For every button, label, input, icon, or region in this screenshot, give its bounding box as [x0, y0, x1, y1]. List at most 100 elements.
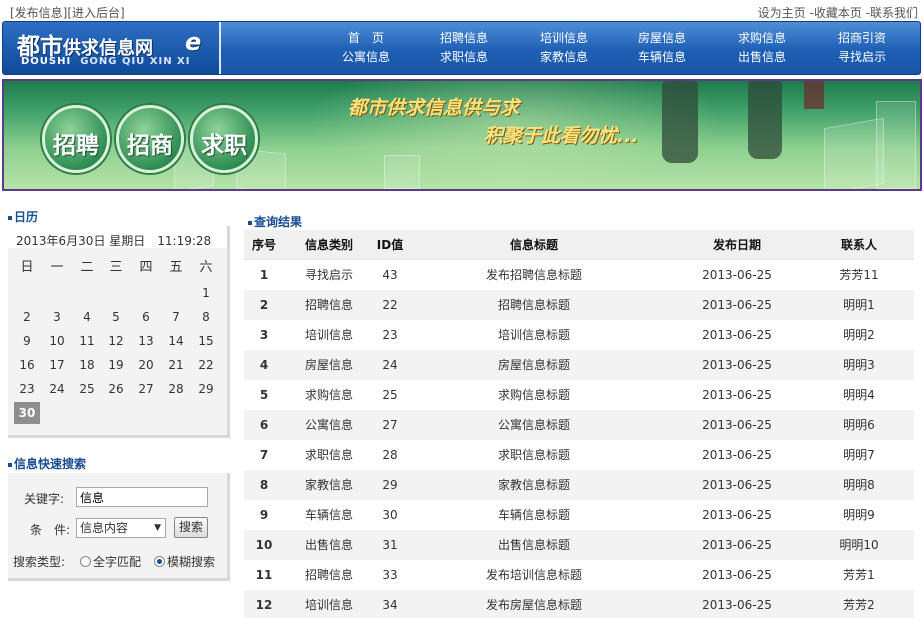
top-bar: [发布信息][进入后台] 设为主页 -收藏本页 -联系我们: [0, 0, 924, 20]
nav-item-recruit[interactable]: 招聘信息: [419, 29, 509, 48]
banner-job-seek-button[interactable]: 求职: [190, 105, 258, 173]
banner-recruit-button[interactable]: 招聘: [42, 105, 110, 173]
cell-contact[interactable]: 明明8: [804, 470, 914, 500]
calendar-day[interactable]: 6: [131, 310, 161, 324]
calendar-day[interactable]: 27: [131, 382, 161, 396]
cell-title[interactable]: 公寓信息标题: [434, 410, 634, 440]
table-row[interactable]: 6 公寓信息 27 公寓信息标题 2013-06-25 明明6: [244, 410, 914, 440]
set-homepage-link[interactable]: 设为主页: [758, 6, 806, 20]
banner-slogan-2: 积聚于此看勿忧...: [484, 125, 639, 147]
calendar-day[interactable]: 12: [101, 334, 131, 348]
cell-title[interactable]: 发布招聘信息标题: [434, 260, 634, 290]
calendar-day[interactable]: 23: [12, 382, 42, 396]
cell-contact[interactable]: 明明7: [804, 440, 914, 470]
calendar-day[interactable]: 29: [191, 382, 221, 396]
admin-link[interactable]: [进入后台]: [67, 6, 124, 20]
search-button[interactable]: 搜索: [174, 517, 208, 538]
cell-contact[interactable]: 明明9: [804, 500, 914, 530]
banner-investment-button[interactable]: 招商: [116, 105, 184, 173]
calendar-day[interactable]: 17: [42, 358, 72, 372]
calendar-day[interactable]: 25: [72, 382, 102, 396]
table-row[interactable]: 10 出售信息 31 出售信息标题 2013-06-25 明明10: [244, 530, 914, 560]
table-row[interactable]: 9 车辆信息 30 车辆信息标题 2013-06-25 明明9: [244, 500, 914, 530]
calendar-day[interactable]: 21: [161, 358, 191, 372]
calendar-day[interactable]: 4: [72, 310, 102, 324]
radio-fuzzy-search[interactable]: 模糊搜索: [154, 553, 215, 570]
cell-title[interactable]: 家教信息标题: [434, 470, 634, 500]
calendar-day[interactable]: 15: [191, 334, 221, 348]
cell-contact[interactable]: 芳芳1: [804, 560, 914, 590]
calendar-day[interactable]: 11: [72, 334, 102, 348]
cell-contact[interactable]: 明明4: [804, 380, 914, 410]
condition-select[interactable]: 信息内容 ▼: [76, 518, 166, 538]
calendar-day[interactable]: 1: [191, 286, 221, 300]
cell-contact[interactable]: 明明10: [804, 530, 914, 560]
calendar-day[interactable]: 2: [12, 310, 42, 324]
table-row[interactable]: 4 房屋信息 24 房屋信息标题 2013-06-25 明明3: [244, 350, 914, 380]
nav-item-purchase[interactable]: 求购信息: [717, 29, 807, 48]
cell-contact[interactable]: 明明3: [804, 350, 914, 380]
bookmark-link[interactable]: 收藏本页: [814, 6, 862, 20]
cell-contact[interactable]: 明明6: [804, 410, 914, 440]
table-row[interactable]: 8 家教信息 29 家教信息标题 2013-06-25 明明8: [244, 470, 914, 500]
quick-search-title: 信息快速搜索: [8, 455, 86, 472]
cell-title[interactable]: 发布房屋信息标题: [434, 590, 634, 618]
table-row[interactable]: 5 求购信息 25 求购信息标题 2013-06-25 明明4: [244, 380, 914, 410]
calendar-day[interactable]: 19: [101, 358, 131, 372]
cell-contact[interactable]: 芳芳11: [804, 260, 914, 290]
nav-item-house[interactable]: 房屋信息: [617, 29, 707, 48]
calendar-day[interactable]: 8: [191, 310, 221, 324]
keyword-input[interactable]: [76, 487, 208, 507]
calendar-day[interactable]: 26: [101, 382, 131, 396]
calendar-day[interactable]: 7: [161, 310, 191, 324]
contact-link[interactable]: 联系我们: [870, 6, 918, 20]
site-logo[interactable]: 都市供求信息网 e DOUSHI GONG QIU XIN XI: [3, 22, 221, 74]
top-right-links: 设为主页 -收藏本页 -联系我们: [758, 4, 918, 21]
calendar-today[interactable]: 30: [14, 402, 40, 424]
calendar-day[interactable]: 3: [42, 310, 72, 324]
cell-title[interactable]: 发布培训信息标题: [434, 560, 634, 590]
cell-title[interactable]: 培训信息标题: [434, 320, 634, 350]
nav-item-notice[interactable]: 寻找启示: [817, 48, 907, 67]
table-row[interactable]: 12 培训信息 34 发布房屋信息标题 2013-06-25 芳芳2: [244, 590, 914, 618]
cell-title[interactable]: 求职信息标题: [434, 440, 634, 470]
nav-item-tutor[interactable]: 家教信息: [519, 48, 609, 67]
post-info-link[interactable]: [发布信息]: [10, 6, 67, 20]
nav-item-apartment[interactable]: 公寓信息: [321, 48, 411, 67]
table-row[interactable]: 11 招聘信息 33 发布培训信息标题 2013-06-25 芳芳1: [244, 560, 914, 590]
calendar-day[interactable]: 28: [161, 382, 191, 396]
table-row[interactable]: 7 求职信息 28 求职信息标题 2013-06-25 明明7: [244, 440, 914, 470]
radio-unchecked-icon[interactable]: [80, 556, 91, 567]
cell-title[interactable]: 求购信息标题: [434, 380, 634, 410]
calendar-day[interactable]: 10: [42, 334, 72, 348]
nav-item-job-seek[interactable]: 求职信息: [419, 48, 509, 67]
table-row[interactable]: 3 培训信息 23 培训信息标题 2013-06-25 明明2: [244, 320, 914, 350]
table-row[interactable]: 2 招聘信息 22 招聘信息标题 2013-06-25 明明1: [244, 290, 914, 320]
calendar-day[interactable]: 24: [42, 382, 72, 396]
nav-item-home[interactable]: 首 页: [321, 29, 411, 48]
top-left-links: [发布信息][进入后台]: [10, 4, 125, 21]
calendar-day[interactable]: 18: [72, 358, 102, 372]
radio-checked-icon[interactable]: [154, 556, 165, 567]
calendar-day[interactable]: 13: [131, 334, 161, 348]
nav-item-training[interactable]: 培训信息: [519, 29, 609, 48]
calendar-day[interactable]: 22: [191, 358, 221, 372]
calendar-day[interactable]: 14: [161, 334, 191, 348]
cell-contact[interactable]: 明明2: [804, 320, 914, 350]
cell-contact[interactable]: 明明1: [804, 290, 914, 320]
table-row[interactable]: 1 寻找启示 43 发布招聘信息标题 2013-06-25 芳芳11: [244, 260, 914, 290]
nav-item-sale[interactable]: 出售信息: [717, 48, 807, 67]
cell-contact[interactable]: 芳芳2: [804, 590, 914, 618]
calendar-day[interactable]: 20: [131, 358, 161, 372]
nav-item-vehicle[interactable]: 车辆信息: [617, 48, 707, 67]
cell-title[interactable]: 车辆信息标题: [434, 500, 634, 530]
nav-item-investment[interactable]: 招商引资: [817, 29, 907, 48]
calendar-day[interactable]: 5: [101, 310, 131, 324]
calendar-day[interactable]: 16: [12, 358, 42, 372]
cell-title[interactable]: 招聘信息标题: [434, 290, 634, 320]
cell-title[interactable]: 出售信息标题: [434, 530, 634, 560]
cell-title[interactable]: 房屋信息标题: [434, 350, 634, 380]
radio-exact-match[interactable]: 全字匹配: [80, 553, 141, 570]
calendar-day[interactable]: 9: [12, 334, 42, 348]
cell-date: 2013-06-25: [702, 298, 772, 312]
